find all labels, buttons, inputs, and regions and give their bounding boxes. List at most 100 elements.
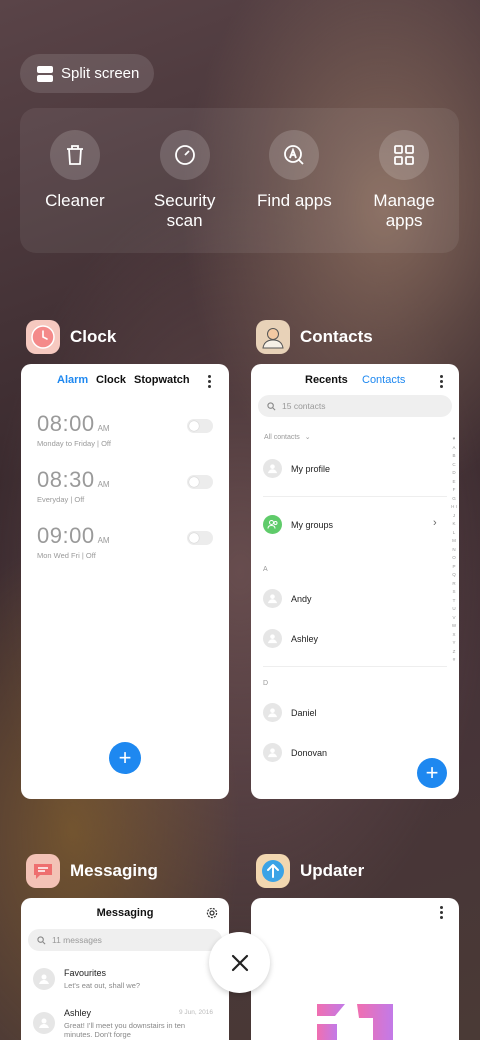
updater-app-card[interactable]: [251, 898, 459, 1040]
messages-search-placeholder: 11 messages: [52, 935, 102, 945]
add-alarm-button[interactable]: +: [109, 742, 141, 774]
message-preview: Great! I'll meet you downstairs in ten m…: [64, 1021, 186, 1039]
alarm-ampm: AM: [97, 424, 110, 433]
avatar: [263, 703, 282, 722]
alarm-toggle[interactable]: [187, 419, 213, 433]
contacts-app-name: Contacts: [300, 327, 373, 346]
quick-tools-panel: Cleaner Security scan Find apps Manage a…: [20, 108, 459, 253]
more-options-icon[interactable]: [207, 375, 211, 388]
contact-name: Andy: [291, 593, 312, 604]
alarm-days: Monday to Friday: [37, 439, 95, 448]
tab-stopwatch[interactable]: Stopwatch: [134, 374, 190, 386]
alarm-time: 09:00: [37, 523, 95, 548]
my-profile-label: My profile: [291, 463, 331, 474]
alarm-state: Off: [85, 551, 96, 560]
clock-app-icon: [26, 320, 60, 354]
contact-name: Donovan: [291, 747, 328, 758]
gear-icon[interactable]: [206, 906, 218, 924]
section-letter: D: [263, 680, 269, 687]
message-preview: Let's eat out, shall we?: [64, 981, 141, 990]
divider: [263, 666, 447, 667]
close-icon: [231, 954, 248, 971]
alarm-state: Off: [74, 495, 85, 504]
cleaner-label: Cleaner: [45, 191, 105, 210]
divider: [263, 496, 447, 497]
messaging-app-header[interactable]: Messaging: [26, 854, 158, 888]
find-apps-icon: [269, 130, 320, 180]
split-screen-label: Split screen: [61, 65, 140, 82]
contact-row[interactable]: Andy: [263, 589, 312, 608]
find-apps-label: Find apps: [257, 191, 332, 210]
miui-logo-icon: [315, 1004, 395, 1040]
trash-icon: [49, 130, 100, 180]
tab-recents[interactable]: Recents: [305, 374, 348, 386]
grid-icon: [379, 130, 430, 180]
alarm-toggle[interactable]: [187, 475, 213, 489]
alarm-ampm: AM: [97, 536, 110, 545]
manage-apps-label: Manage apps: [373, 191, 435, 230]
more-options-icon[interactable]: [439, 906, 443, 919]
contacts-search-placeholder: 15 contacts: [282, 401, 326, 411]
updater-app-header[interactable]: Updater: [256, 854, 364, 888]
split-screen-icon: [37, 65, 53, 82]
close-all-button[interactable]: [209, 932, 270, 993]
avatar: [33, 1012, 55, 1034]
manage-apps-tool[interactable]: Manage apps: [349, 108, 459, 253]
clock-app-name: Clock: [70, 327, 117, 346]
add-contact-button[interactable]: +: [417, 758, 447, 788]
messaging-title: Messaging: [96, 907, 154, 919]
split-screen-button[interactable]: Split screen: [20, 54, 154, 93]
alarm-days: Mon Wed Fri: [37, 551, 80, 560]
security-scan-icon: [159, 130, 210, 180]
search-icon: [267, 401, 276, 410]
tab-contacts[interactable]: Contacts: [362, 374, 405, 386]
messaging-app-name: Messaging: [70, 861, 158, 880]
section-letter: A: [263, 566, 268, 573]
message-sender: Favourites: [64, 968, 107, 978]
cleaner-tool[interactable]: Cleaner: [20, 108, 130, 253]
message-date: 9 Jun, 2016: [179, 1009, 213, 1016]
contact-name: Daniel: [291, 707, 317, 718]
contacts-app-header[interactable]: Contacts: [256, 320, 373, 354]
my-groups-label: My groups: [291, 519, 334, 530]
messages-search-input[interactable]: 11 messages: [28, 929, 222, 951]
updater-app-name: Updater: [300, 861, 365, 880]
message-row[interactable]: Favourites Let's eat out, shall we?: [33, 968, 214, 990]
chevron-down-icon: ⌄: [304, 434, 311, 441]
groups-icon: [263, 515, 282, 534]
alarm-state: Off: [101, 439, 111, 448]
tab-alarm[interactable]: Alarm: [57, 374, 88, 386]
alarm-time: 08:30: [37, 467, 95, 492]
avatar: [263, 459, 282, 478]
alarm-toggle[interactable]: [187, 531, 213, 545]
avatar: [263, 629, 282, 648]
alphabet-index[interactable]: ♥ A B C D E F G H I J K L M N O P Q R S …: [451, 435, 457, 665]
clock-app-header[interactable]: Clock: [26, 320, 116, 354]
contact-name: Ashley: [291, 633, 319, 644]
contact-row[interactable]: Daniel: [263, 703, 317, 722]
contact-row[interactable]: Ashley: [263, 629, 318, 648]
avatar: [33, 968, 55, 990]
clock-app-card[interactable]: Alarm Clock Stopwatch 08:00 AM Monday to …: [21, 364, 229, 799]
security-scan-tool[interactable]: Security scan: [130, 108, 240, 253]
contacts-app-icon: [256, 320, 290, 354]
tab-clock[interactable]: Clock: [96, 374, 126, 386]
alarm-ampm: AM: [97, 480, 110, 489]
chevron-right-icon: ›: [433, 517, 437, 529]
avatar: [263, 743, 282, 762]
alarm-days: Everyday: [37, 495, 69, 504]
security-scan-label: Security scan: [153, 191, 216, 230]
contacts-filter-dropdown[interactable]: All contacts ⌄: [264, 433, 311, 441]
messaging-app-card[interactable]: Messaging 11 messages Favourites Let's e…: [21, 898, 229, 1040]
clock-tabs: Alarm Clock Stopwatch: [21, 374, 229, 390]
updater-app-icon: [256, 854, 290, 888]
contacts-search-input[interactable]: 15 contacts: [258, 395, 452, 417]
messaging-app-icon: [26, 854, 60, 888]
alarm-time: 08:00: [37, 411, 95, 436]
contacts-app-card[interactable]: Recents Contacts 15 contacts All contact…: [251, 364, 459, 799]
more-options-icon[interactable]: [439, 375, 443, 388]
my-profile-row[interactable]: My profile: [263, 459, 330, 478]
my-groups-row[interactable]: My groups: [263, 515, 333, 534]
find-apps-tool[interactable]: Find apps: [240, 108, 350, 253]
contact-row[interactable]: Donovan: [263, 743, 327, 762]
